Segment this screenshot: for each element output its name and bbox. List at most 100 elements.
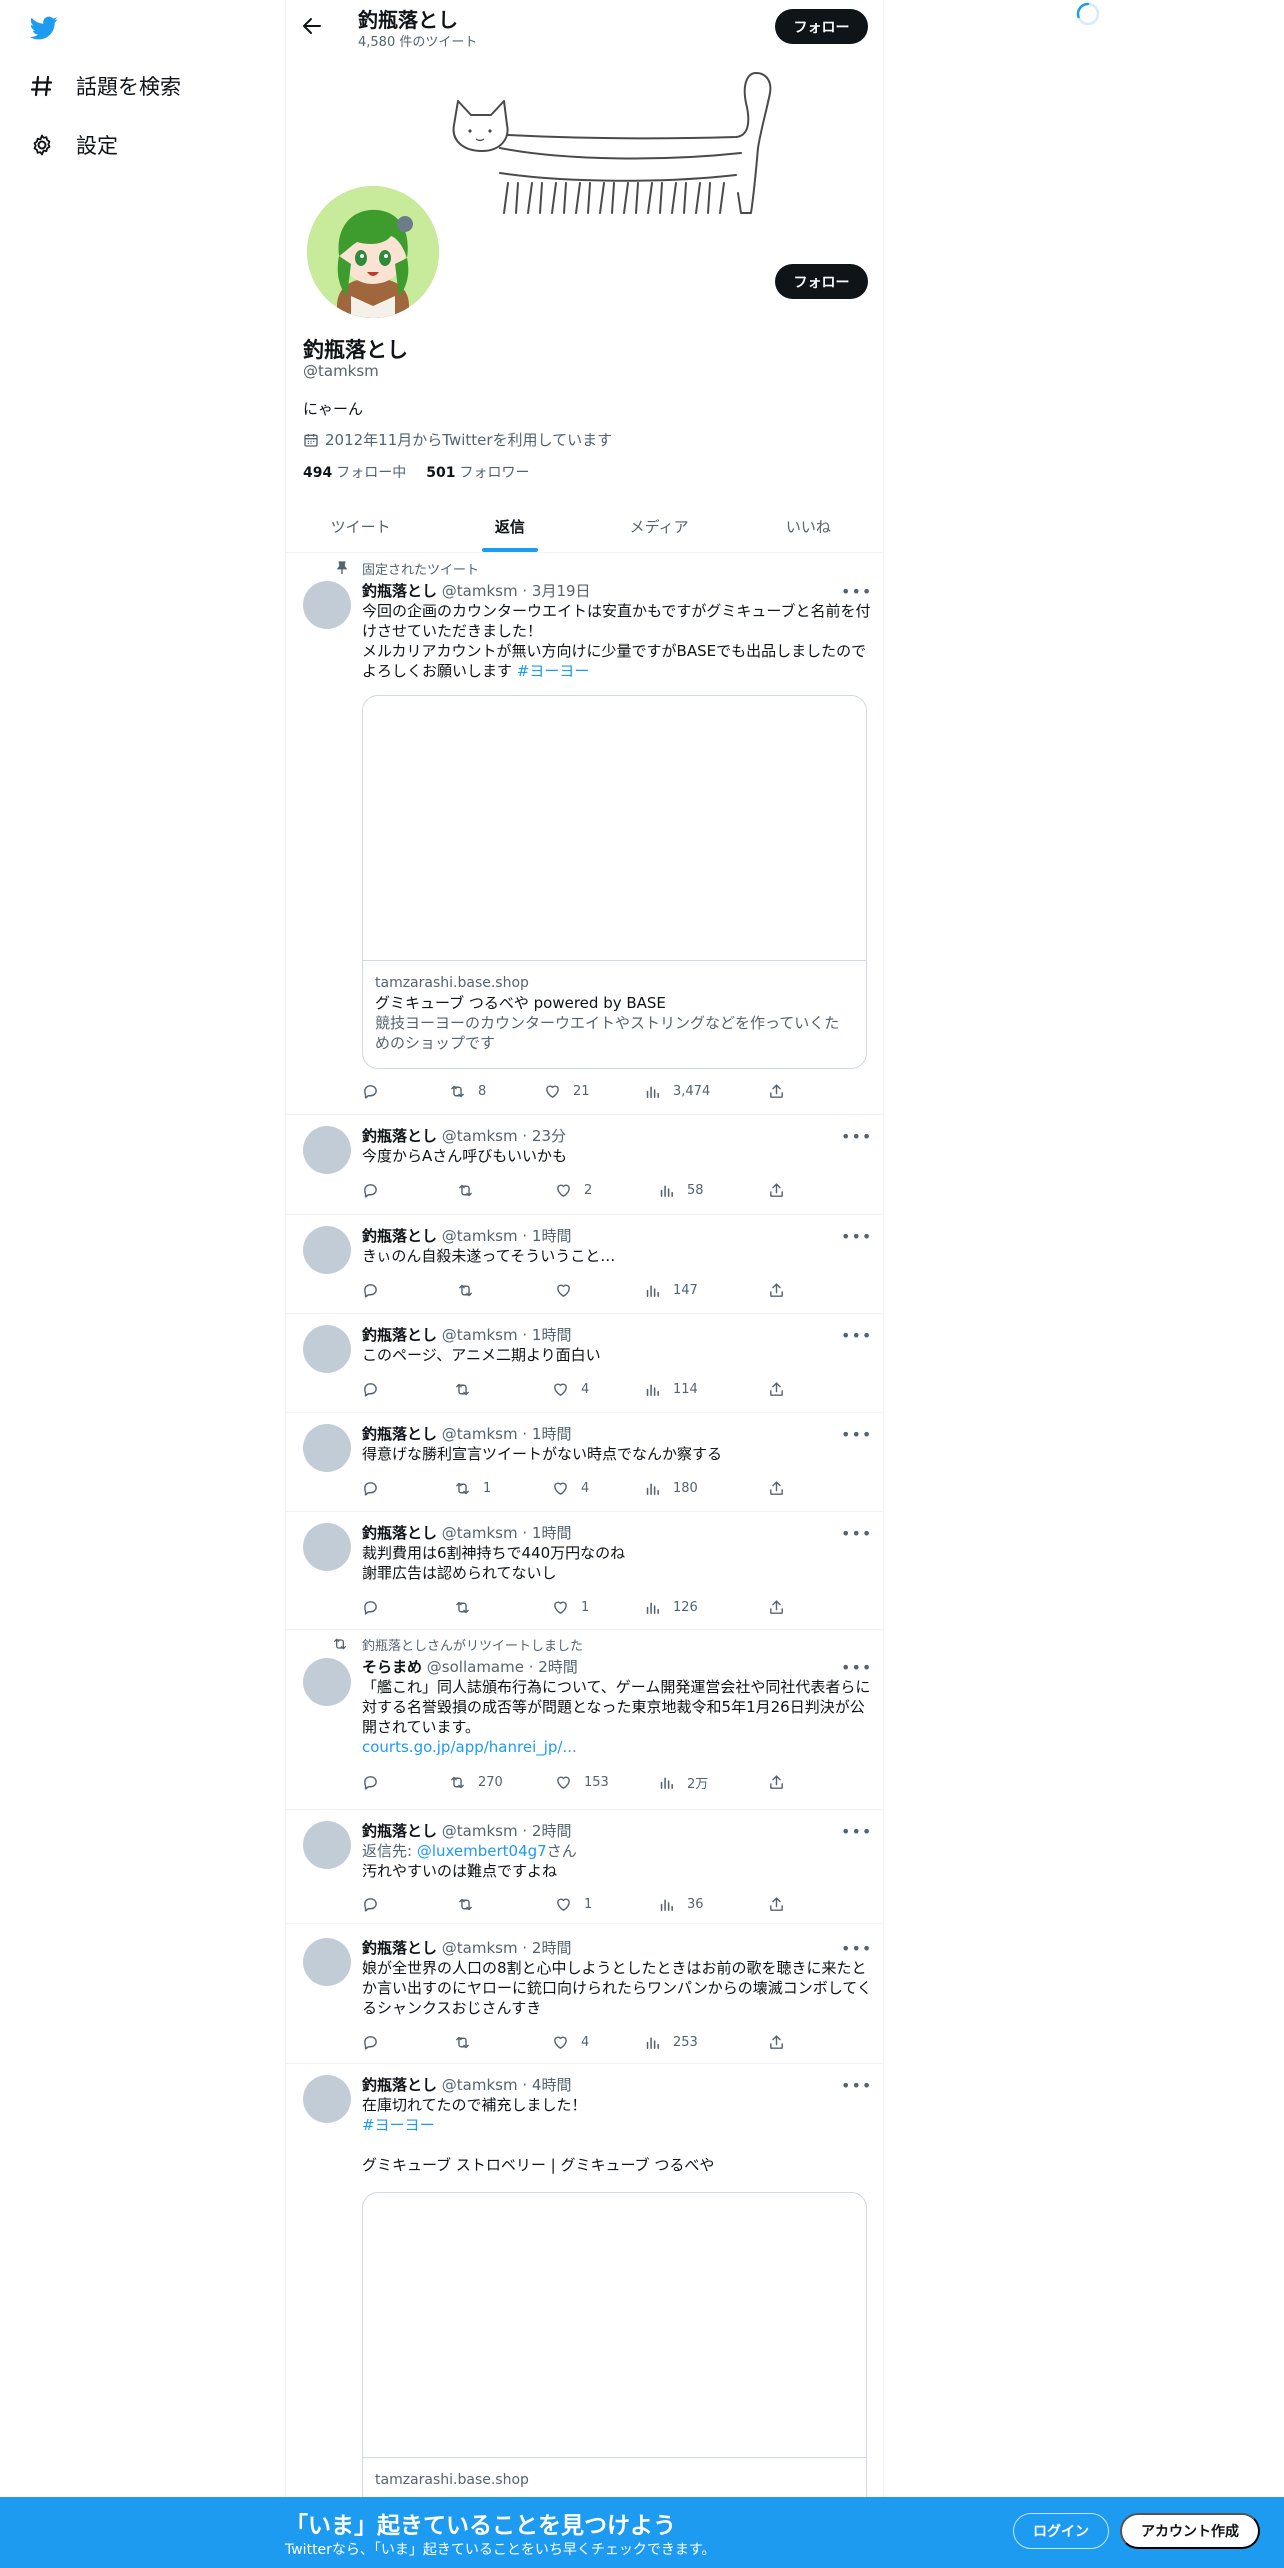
profile-avatar[interactable] bbox=[303, 182, 443, 322]
more-icon[interactable]: ••• bbox=[841, 1658, 871, 1677]
more-icon[interactable]: ••• bbox=[841, 1822, 871, 1841]
retweet-button[interactable]: 270 bbox=[449, 1772, 503, 1792]
views-button[interactable]: 58 bbox=[658, 1180, 704, 1200]
tweet[interactable]: 釣瓶落とし @tamksm · 2時間 ••• 返信先: @luxembert0… bbox=[286, 1810, 883, 1924]
following-link[interactable]: 494 フォロー中 bbox=[303, 462, 406, 482]
avatar[interactable] bbox=[303, 1821, 351, 1869]
views-button[interactable]: 2万 bbox=[658, 1772, 708, 1792]
avatar[interactable] bbox=[303, 1424, 351, 1472]
like-button[interactable]: 4 bbox=[552, 1478, 589, 1498]
avatar[interactable] bbox=[303, 1938, 351, 1986]
like-button[interactable]: 1 bbox=[552, 1597, 589, 1617]
profile-follow-button[interactable]: フォロー bbox=[775, 264, 868, 299]
twitter-bird-icon[interactable] bbox=[28, 14, 60, 42]
avatar[interactable] bbox=[303, 581, 351, 629]
reply-button[interactable] bbox=[362, 1894, 379, 1914]
more-icon[interactable]: ••• bbox=[841, 1524, 871, 1543]
share-icon bbox=[770, 1182, 783, 1197]
sidebar-item-explore[interactable]: 話題を検索 bbox=[28, 66, 181, 106]
more-icon[interactable]: ••• bbox=[841, 1227, 871, 1246]
reply-button[interactable] bbox=[362, 1180, 379, 1200]
retweet-button[interactable] bbox=[457, 1180, 486, 1200]
views-button[interactable]: 253 bbox=[644, 2032, 698, 2052]
retweet-context[interactable]: 釣瓶落としさんがリツイートしました bbox=[362, 1635, 583, 1654]
share-button[interactable] bbox=[768, 1597, 785, 1617]
like-button[interactable]: 1 bbox=[555, 1894, 592, 1914]
views-button[interactable]: 147 bbox=[644, 1280, 698, 1300]
retweet-button[interactable]: 1 bbox=[454, 1478, 491, 1498]
tab-media[interactable]: メディア bbox=[585, 500, 734, 552]
like-button[interactable]: 153 bbox=[555, 1772, 609, 1792]
hashtag-link[interactable]: #ヨーヨー bbox=[517, 662, 590, 680]
reply-button[interactable] bbox=[362, 1280, 379, 1300]
more-icon[interactable]: ••• bbox=[841, 1939, 871, 1958]
reply-button[interactable] bbox=[362, 1478, 379, 1498]
followers-link[interactable]: 501 フォロワー bbox=[426, 462, 529, 482]
views-button[interactable]: 126 bbox=[644, 1597, 698, 1617]
tab-likes[interactable]: いいね bbox=[734, 500, 883, 552]
reply-button[interactable] bbox=[362, 1597, 379, 1617]
reply-button[interactable] bbox=[362, 1772, 379, 1792]
retweet-button[interactable]: 8 bbox=[449, 1081, 486, 1101]
reply-mention[interactable]: @luxembert04g7 bbox=[417, 1842, 547, 1860]
retweet-button[interactable] bbox=[454, 1379, 483, 1399]
like-button[interactable]: 4 bbox=[552, 2032, 589, 2052]
like-button[interactable] bbox=[555, 1280, 584, 1300]
retweet-button[interactable] bbox=[457, 1280, 486, 1300]
share-button[interactable] bbox=[768, 1379, 785, 1399]
tweet[interactable]: 釣瓶落とし @tamksm · 4時間 ••• 在庫切れてたので補充しました！ … bbox=[286, 2064, 883, 2522]
share-button[interactable] bbox=[768, 1772, 785, 1792]
tweet[interactable]: 釣瓶落とし @tamksm · 23分 ••• 今度からAさん呼びもいいかも 2… bbox=[286, 1115, 883, 1215]
share-button[interactable] bbox=[768, 1478, 785, 1498]
views-button[interactable]: 3,474 bbox=[644, 1081, 710, 1101]
share-button[interactable] bbox=[768, 2032, 785, 2052]
signup-button[interactable]: アカウント作成 bbox=[1120, 2513, 1260, 2549]
avatar[interactable] bbox=[303, 1126, 351, 1174]
header-follow-button[interactable]: フォロー bbox=[775, 9, 868, 44]
retweet-button[interactable] bbox=[457, 1894, 486, 1914]
link-card[interactable]: tamzarashi.base.shop グミキューブ つるべや powered… bbox=[362, 695, 867, 1069]
more-icon[interactable]: ••• bbox=[841, 582, 871, 601]
share-button[interactable] bbox=[768, 1894, 785, 1914]
reply-button[interactable] bbox=[362, 1081, 379, 1101]
reply-button[interactable] bbox=[362, 2032, 379, 2052]
sidebar-item-settings[interactable]: 設定 bbox=[28, 125, 118, 165]
retweet-button[interactable] bbox=[454, 1597, 483, 1617]
share-button[interactable] bbox=[768, 1280, 785, 1300]
tweet[interactable]: 釣瓶落としさんがリツイートしました そらまめ @sollamame · 2時間 … bbox=[286, 1630, 883, 1810]
tweet[interactable]: 釣瓶落とし @tamksm · 1時間 ••• きぃのん自殺未遂ってそういうこと… bbox=[286, 1215, 883, 1314]
avatar[interactable] bbox=[303, 2075, 351, 2123]
views-button[interactable]: 114 bbox=[644, 1379, 698, 1399]
like-button[interactable]: 2 bbox=[555, 1180, 592, 1200]
share-button[interactable] bbox=[768, 1081, 785, 1101]
tweet[interactable]: 固定されたツイート 釣瓶落とし @tamksm · 3月19日 ••• 今回の企… bbox=[286, 553, 883, 1115]
hashtag-link[interactable]: #ヨーヨー bbox=[362, 2115, 872, 2135]
tab-tweets[interactable]: ツイート bbox=[286, 500, 435, 552]
tweet-text: 在庫切れてたので補充しました！ #ヨーヨー グミキューブ ストロベリー | グミ… bbox=[362, 2095, 872, 2175]
link-card[interactable]: tamzarashi.base.shop bbox=[362, 2192, 867, 2522]
tweet[interactable]: 釣瓶落とし @tamksm · 1時間 ••• 裁判費用は6割神持ちで440万円… bbox=[286, 1512, 883, 1630]
avatar[interactable] bbox=[303, 1226, 351, 1274]
more-icon[interactable]: ••• bbox=[841, 1127, 871, 1146]
views-button[interactable]: 36 bbox=[658, 1894, 704, 1914]
retweet-button[interactable] bbox=[454, 2032, 483, 2052]
tab-replies[interactable]: 返信 bbox=[435, 500, 584, 552]
more-icon[interactable]: ••• bbox=[841, 2076, 871, 2095]
tweet[interactable]: 釣瓶落とし @tamksm · 1時間 ••• このページ、アニメ二期より面白い… bbox=[286, 1314, 883, 1413]
avatar[interactable] bbox=[303, 1658, 351, 1706]
avatar[interactable] bbox=[303, 1523, 351, 1571]
like-button[interactable]: 4 bbox=[552, 1379, 589, 1399]
tweet[interactable]: 釣瓶落とし @tamksm · 1時間 ••• 得意げな勝利宣言ツイートがない時… bbox=[286, 1413, 883, 1512]
like-button[interactable]: 21 bbox=[544, 1081, 590, 1101]
external-link[interactable]: courts.go.jp/app/hanrei_jp/... bbox=[362, 1737, 872, 1757]
views-button[interactable]: 180 bbox=[644, 1478, 698, 1498]
more-icon[interactable]: ••• bbox=[841, 1425, 871, 1444]
login-button[interactable]: ログイン bbox=[1013, 2513, 1109, 2549]
heart-icon bbox=[546, 1085, 559, 1098]
share-button[interactable] bbox=[768, 1180, 785, 1200]
back-arrow-icon[interactable] bbox=[300, 14, 324, 38]
tweet[interactable]: 釣瓶落とし @tamksm · 2時間 ••• 娘が全世界の人口の8割と心中しよ… bbox=[286, 1924, 883, 2064]
avatar[interactable] bbox=[303, 1325, 351, 1373]
more-icon[interactable]: ••• bbox=[841, 1326, 871, 1345]
reply-button[interactable] bbox=[362, 1379, 379, 1399]
